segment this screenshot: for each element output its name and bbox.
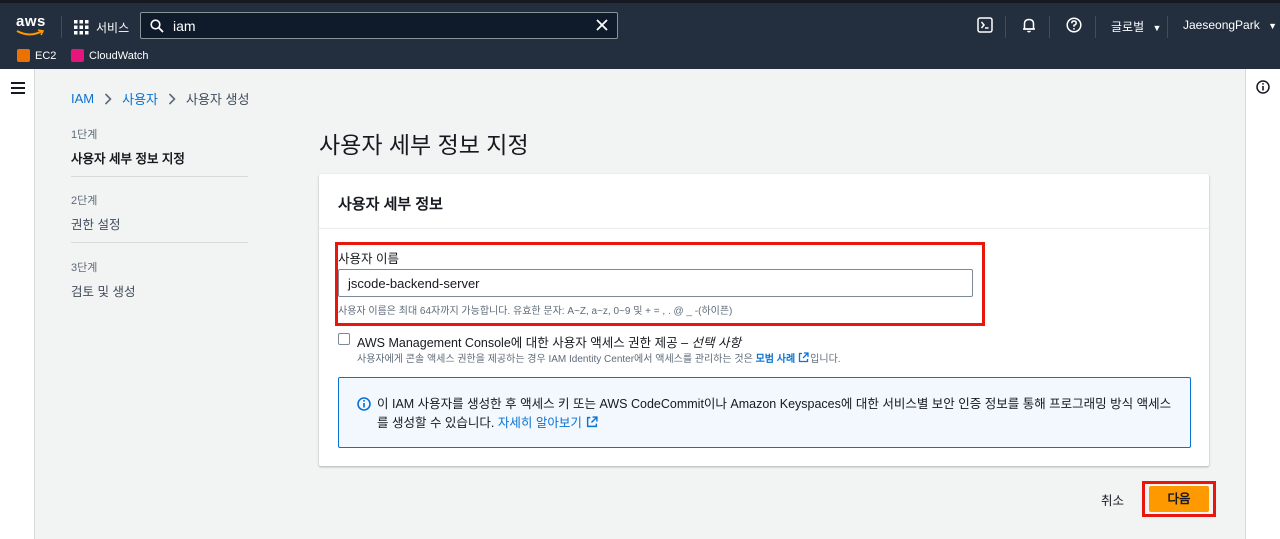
step-label: 검토 및 생성 — [71, 285, 136, 299]
info-icon — [357, 397, 371, 411]
step-divider — [71, 242, 248, 243]
breadcrumb-users[interactable]: 사용자 — [122, 89, 158, 108]
account-label: JaeseongPark — [1183, 18, 1260, 32]
top-navigation: aws 서비스 iam 글로벌 ▼ JaeseongPark ▼ — [0, 0, 1280, 47]
username-value: jscode-backend-server — [348, 276, 480, 291]
favorite-label: EC2 — [35, 49, 57, 62]
wizard-step-1: 1단계 사용자 세부 정보 지정 — [71, 126, 185, 167]
chevron-right-icon — [168, 92, 176, 105]
services-menu-button[interactable]: 서비스 — [74, 15, 129, 39]
info-alert: 이 IAM 사용자를 생성한 후 액세스 키 또는 AWS CodeCommit… — [338, 377, 1191, 448]
external-link-icon — [586, 416, 598, 428]
favorite-cloudwatch[interactable]: CloudWatch — [71, 49, 149, 62]
search-icon — [150, 19, 164, 33]
ec2-icon — [17, 49, 30, 62]
learn-more-link[interactable]: 자세히 알아보기 — [498, 416, 582, 430]
divider — [1167, 16, 1168, 38]
console-access-description: 사용자에게 콘솔 액세스 권한을 제공하는 경우 IAM Identity Ce… — [357, 352, 841, 365]
username-label: 사용자 이름 — [338, 252, 399, 266]
optional-text: 선택 사항 — [691, 336, 742, 350]
step-number: 3단계 — [71, 262, 98, 274]
aws-logo[interactable]: aws — [14, 11, 48, 39]
region-selector[interactable]: 글로벌 ▼ — [1111, 18, 1161, 35]
breadcrumb-current: 사용자 생성 — [186, 92, 250, 107]
caret-down-icon: ▼ — [1268, 21, 1277, 31]
favorite-label: CloudWatch — [89, 49, 149, 62]
info-panel-icon[interactable] — [1256, 80, 1270, 94]
search-value: iam — [173, 18, 196, 34]
region-label: 글로벌 — [1111, 20, 1145, 34]
external-link-icon — [799, 352, 809, 363]
help-icon[interactable] — [1066, 17, 1082, 33]
wizard-step-2: 2단계 권한 설정 — [71, 192, 120, 233]
breadcrumb-iam[interactable]: IAM — [71, 91, 94, 106]
console-access-label[interactable]: AWS Management Console에 대한 사용자 액세스 권한 제공… — [357, 332, 741, 351]
cloudshell-icon[interactable] — [977, 17, 993, 33]
left-rail — [0, 69, 35, 539]
cloudwatch-icon — [71, 49, 84, 62]
divider — [1005, 16, 1006, 38]
wizard-step-3: 3단계 검토 및 생성 — [71, 259, 135, 300]
username-hint: 사용자 이름은 최대 64자까지 가능합니다. 유효한 문자: A~Z, a~z… — [338, 306, 733, 317]
step-label: 사용자 세부 정보 지정 — [71, 152, 185, 166]
panel-title: 사용자 세부 정보 — [338, 196, 443, 213]
divider — [1049, 16, 1050, 38]
services-label: 서비스 — [96, 20, 130, 35]
grid-icon — [74, 19, 89, 34]
divider — [61, 16, 62, 38]
next-button[interactable]: 다음 — [1149, 486, 1209, 512]
caret-down-icon: ▼ — [1152, 23, 1162, 33]
step-divider — [71, 176, 248, 177]
hamburger-menu-icon[interactable] — [11, 82, 25, 94]
step-number: 2단계 — [71, 195, 98, 207]
favorites-bar: EC2 CloudWatch — [0, 47, 1280, 69]
info-text: 이 IAM 사용자를 생성한 후 액세스 키 또는 AWS CodeCommit… — [377, 397, 1172, 430]
right-rail — [1245, 69, 1280, 539]
step-label: 권한 설정 — [71, 218, 121, 232]
step-number: 1단계 — [71, 129, 98, 141]
username-input[interactable]: jscode-backend-server — [338, 269, 973, 297]
panel-header: 사용자 세부 정보 — [319, 174, 1209, 229]
breadcrumb: IAM 사용자 사용자 생성 — [71, 89, 249, 108]
account-menu[interactable]: JaeseongPark ▼ — [1183, 18, 1277, 32]
console-access-checkbox[interactable] — [338, 333, 350, 345]
search-input[interactable]: iam — [140, 12, 618, 39]
favorite-ec2[interactable]: EC2 — [17, 49, 56, 62]
best-practice-link[interactable]: 모범 사례 — [756, 354, 796, 365]
bell-icon[interactable] — [1021, 17, 1037, 33]
page-title: 사용자 세부 정보 지정 — [319, 132, 529, 158]
divider — [1095, 16, 1096, 38]
cancel-button[interactable]: 취소 — [1101, 490, 1124, 509]
clear-search-icon[interactable] — [595, 18, 609, 32]
chevron-right-icon — [105, 92, 112, 105]
